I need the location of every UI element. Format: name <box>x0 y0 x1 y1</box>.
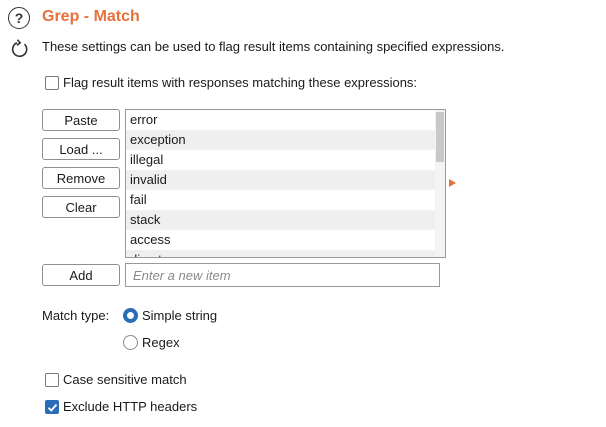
exclude-headers-label: Exclude HTTP headers <box>63 399 198 414</box>
checkmark-icon <box>47 403 57 412</box>
simple-string-radio[interactable] <box>123 308 138 323</box>
case-sensitive-label: Case sensitive match <box>63 372 187 387</box>
scrollbar-thumb[interactable] <box>436 112 444 162</box>
page-description: These settings can be used to flag resul… <box>42 39 505 54</box>
match-type-label: Match type: <box>42 308 110 323</box>
list-item[interactable]: stack <box>126 210 435 230</box>
list-item[interactable]: invalid <box>126 170 435 190</box>
exclude-headers-checkbox[interactable] <box>45 400 59 414</box>
load-button[interactable]: Load ... <box>42 138 120 160</box>
list-item[interactable]: exception <box>126 130 435 150</box>
regex-label: Regex <box>142 335 180 350</box>
flag-items-label: Flag result items with responses matchin… <box>63 75 418 90</box>
list-scrollbar[interactable] <box>435 110 445 257</box>
page-title: Grep - Match <box>42 8 140 25</box>
clear-button[interactable]: Clear <box>42 196 120 218</box>
list-item[interactable]: illegal <box>126 150 435 170</box>
case-sensitive-checkbox[interactable] <box>45 373 59 387</box>
flag-items-checkbox[interactable] <box>45 76 59 90</box>
list-item[interactable]: access <box>126 230 435 250</box>
new-item-input[interactable] <box>125 263 440 287</box>
remove-button[interactable]: Remove <box>42 167 120 189</box>
expressions-list[interactable]: error exception illegal invalid fail sta… <box>125 109 446 258</box>
list-item[interactable]: error <box>126 110 435 130</box>
paste-button[interactable]: Paste <box>42 109 120 131</box>
help-icon[interactable]: ? <box>8 7 30 29</box>
refresh-icon[interactable] <box>9 38 31 60</box>
regex-radio[interactable] <box>123 335 138 350</box>
list-item[interactable]: direct <box>126 250 435 257</box>
add-button[interactable]: Add <box>42 264 120 286</box>
expand-arrow-icon[interactable] <box>449 179 456 187</box>
list-item[interactable]: fail <box>126 190 435 210</box>
simple-string-label: Simple string <box>142 308 218 323</box>
